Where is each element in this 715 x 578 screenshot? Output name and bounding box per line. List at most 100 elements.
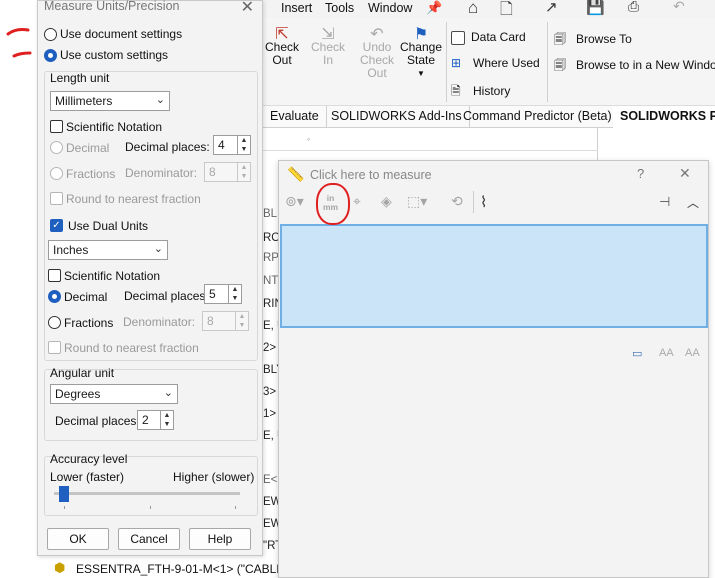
slider-tick bbox=[64, 506, 65, 509]
use-dual-units-label: Use Dual Units bbox=[68, 219, 149, 233]
data-card-label: Data Card bbox=[471, 30, 526, 44]
accuracy-slider-thumb[interactable] bbox=[59, 486, 69, 502]
dual-decimal-places-label: Decimal places: bbox=[124, 289, 209, 303]
chevron-down-icon: ⌄ bbox=[155, 94, 165, 106]
tree-item[interactable]: E< bbox=[263, 474, 277, 486]
denominator-spinner[interactable]: 8 ▲ ▼ bbox=[204, 162, 251, 182]
print-icon[interactable]: ⎙ bbox=[628, 0, 639, 15]
spinner-arrows-icon[interactable]: ▲ ▼ bbox=[237, 163, 250, 181]
spinner-arrows-icon[interactable]: ▲ ▼ bbox=[235, 312, 248, 330]
spinner-arrows-icon[interactable]: ▲ ▼ bbox=[237, 136, 250, 154]
tree-item[interactable]: NT bbox=[263, 275, 278, 287]
browse-new-window-button[interactable]: 🗐 Browse to in a New Windo bbox=[554, 56, 715, 77]
dual-fractions-radio[interactable] bbox=[48, 316, 61, 329]
dual-denominator-spinner[interactable]: 8 ▲ ▼ bbox=[202, 311, 249, 331]
close-icon[interactable]: ✕ bbox=[679, 165, 691, 182]
pin-icon[interactable]: 📌 bbox=[426, 0, 442, 16]
dual-denominator-label: Denominator: bbox=[123, 315, 196, 329]
undo-check-out-button[interactable]: ↶ Undo Check Out bbox=[357, 27, 397, 80]
help-button[interactable]: Help bbox=[189, 528, 251, 550]
tree-item[interactable]: RP bbox=[263, 252, 279, 264]
tab-solidworks-pdm[interactable]: SOLIDWORKS PD bbox=[613, 106, 715, 128]
menu-window[interactable]: Window bbox=[368, 1, 412, 15]
decimal-radio[interactable] bbox=[50, 141, 63, 154]
menu-insert[interactable]: Insert bbox=[281, 1, 312, 15]
browse-to-label: Browse To bbox=[576, 32, 632, 46]
undo-icon[interactable]: ↶ bbox=[673, 0, 685, 15]
pin-icon[interactable]: ⊣ bbox=[659, 194, 670, 210]
fractions-radio[interactable] bbox=[50, 167, 63, 180]
dual-decimal-radio[interactable] bbox=[48, 290, 61, 303]
dual-scientific-label: Scientific Notation bbox=[64, 269, 161, 283]
close-icon[interactable]: ✕ bbox=[241, 0, 254, 17]
history-button[interactable]: 🗎 History bbox=[451, 82, 510, 103]
check-out-button[interactable]: ⇱ Check Out bbox=[265, 27, 299, 67]
cancel-button[interactable]: Cancel bbox=[118, 528, 180, 550]
accuracy-slider-track[interactable] bbox=[54, 492, 240, 495]
save-icon[interactable]: 💾 bbox=[586, 0, 605, 16]
where-used-icon: ⊞ bbox=[451, 56, 462, 70]
data-card-icon bbox=[451, 30, 465, 45]
ok-button[interactable]: OK bbox=[47, 528, 109, 550]
dialog-title: Measure Units/Precision bbox=[44, 0, 180, 13]
ruler-icon[interactable]: ▭ bbox=[632, 347, 642, 360]
decrease-font-icon[interactable]: AA bbox=[685, 347, 700, 359]
change-state-button[interactable]: ⚑ Change State ▼ bbox=[399, 27, 443, 80]
history-icon[interactable]: ⟲ bbox=[451, 193, 463, 210]
tab-command-predictor[interactable]: Command Predictor (Beta) bbox=[456, 106, 620, 128]
accuracy-higher-label: Higher (slower) bbox=[173, 470, 255, 484]
spinner-arrows-icon[interactable]: ▲ ▼ bbox=[160, 411, 173, 429]
chevron-up-icon[interactable]: ︿ bbox=[687, 194, 699, 211]
tree-item[interactable]: 1> bbox=[263, 408, 276, 420]
arc-circle-icon[interactable]: ⊚▾ bbox=[285, 193, 304, 210]
red-circle-annotation bbox=[316, 183, 350, 225]
where-used-label: Where Used bbox=[473, 56, 540, 70]
ribbon-separator bbox=[446, 22, 447, 102]
use-custom-radio[interactable] bbox=[44, 49, 57, 62]
angular-unit-value: Degrees bbox=[55, 387, 101, 401]
browse-new-window-label: Browse to in a New Windo bbox=[576, 58, 715, 72]
use-document-radio[interactable] bbox=[44, 28, 57, 41]
use-dual-units-checkbox[interactable]: ✓ bbox=[50, 219, 63, 232]
browse-to-button[interactable]: 🗐 Browse To bbox=[554, 30, 632, 51]
tab-solidworks-add-ins[interactable]: SOLIDWORKS Add-Ins bbox=[324, 106, 470, 128]
slider-tick bbox=[235, 506, 236, 509]
scientific-notation-checkbox[interactable] bbox=[50, 120, 63, 133]
home-icon[interactable]: ⌂ bbox=[468, 0, 478, 18]
length-unit-select[interactable]: Millimeters ⌄ bbox=[50, 91, 170, 111]
tree-item[interactable]: BL bbox=[263, 208, 277, 220]
data-card-button[interactable]: Data Card bbox=[451, 30, 526, 45]
length-unit-value: Millimeters bbox=[55, 94, 113, 108]
projection-icon[interactable]: ◈ bbox=[381, 193, 392, 210]
dual-round-fraction-checkbox[interactable] bbox=[48, 341, 61, 354]
dual-round-fraction-label: Round to nearest fraction bbox=[64, 341, 199, 355]
help-icon[interactable]: ? bbox=[637, 166, 644, 181]
check-in-button[interactable]: ⇲ Check In bbox=[305, 27, 351, 67]
round-fraction-checkbox[interactable] bbox=[50, 192, 63, 205]
where-used-button[interactable]: ⊞ Where Used bbox=[451, 56, 540, 70]
dual-decimal-places-spinner[interactable]: 5 ▲ ▼ bbox=[204, 284, 242, 304]
angular-decimal-places-spinner[interactable]: 2 ▲ ▼ bbox=[137, 410, 174, 430]
point-to-point-icon[interactable]: ⬚▾ bbox=[407, 193, 427, 210]
open-icon[interactable]: ↗ bbox=[545, 0, 558, 16]
dual-denominator-value: 8 bbox=[207, 314, 214, 328]
dual-scientific-checkbox[interactable] bbox=[48, 269, 61, 282]
spinner-arrows-icon[interactable]: ▲ ▼ bbox=[228, 285, 241, 303]
ribbon-separator bbox=[547, 22, 548, 102]
tree-item[interactable]: 2> bbox=[263, 342, 276, 354]
increase-font-icon[interactable]: AA bbox=[659, 347, 674, 359]
measure-results-pane[interactable] bbox=[280, 224, 708, 328]
dual-unit-select[interactable]: Inches ⌄ bbox=[48, 240, 168, 260]
menu-bar: Insert Tools Window 📌 ⌂ 🗋 ↗ 💾 ⎙ ↶ bbox=[263, 0, 715, 18]
tree-item[interactable]: 3> bbox=[263, 386, 276, 398]
menu-tools[interactable]: Tools bbox=[325, 1, 354, 15]
accuracy-lower-label: Lower (faster) bbox=[50, 470, 125, 484]
measure-title[interactable]: Click here to measure bbox=[310, 168, 432, 182]
tab-evaluate[interactable]: Evaluate bbox=[263, 106, 327, 128]
dual-fractions-label: Fractions bbox=[64, 316, 114, 330]
angular-unit-select[interactable]: Degrees ⌄ bbox=[50, 384, 178, 404]
sensor-icon[interactable]: ⌇ bbox=[480, 193, 487, 211]
decimal-places-spinner[interactable]: 4 ▲ ▼ bbox=[213, 135, 251, 155]
xyz-icon[interactable]: ⌖ bbox=[353, 193, 361, 210]
history-icon: 🗎 bbox=[451, 84, 461, 98]
